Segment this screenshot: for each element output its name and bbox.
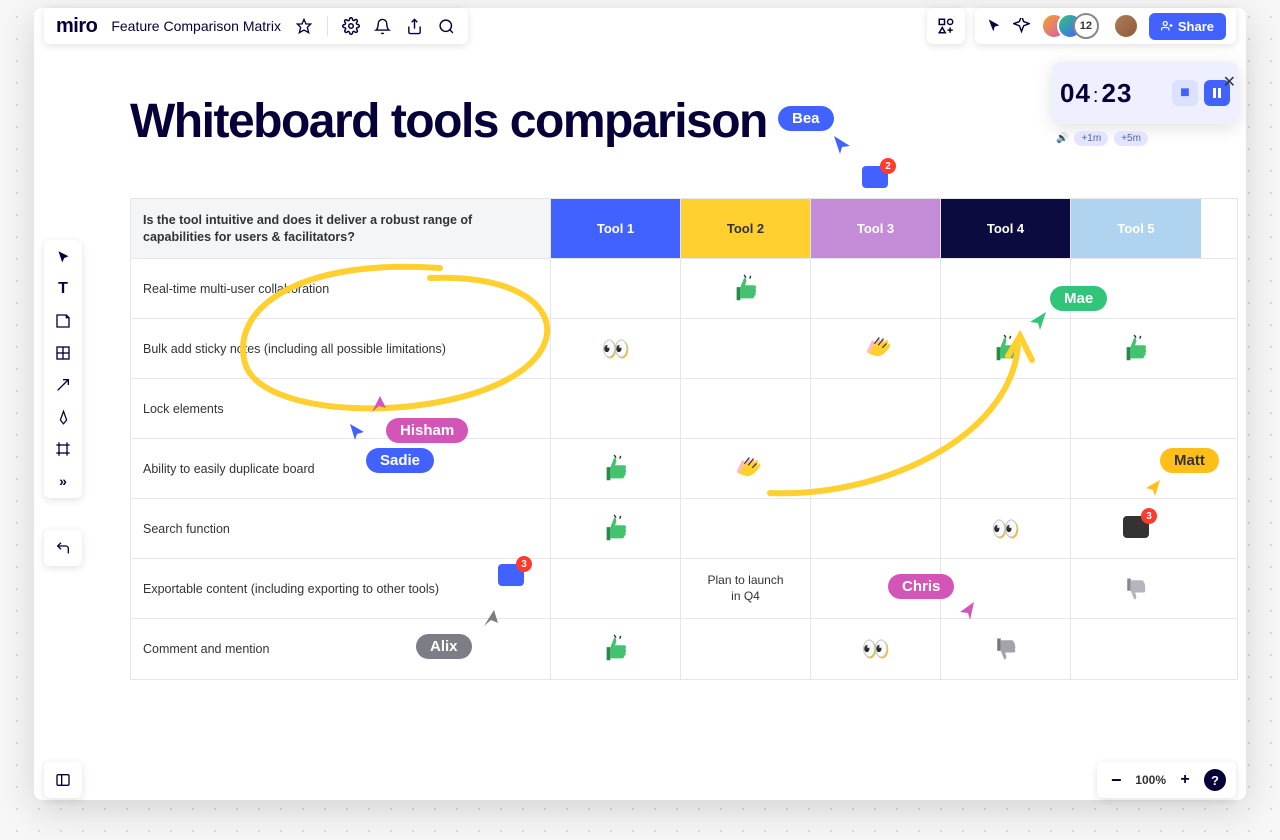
export-icon[interactable] [406, 17, 424, 35]
top-right-cluster: 12 Share [927, 8, 1236, 44]
arrow-tool-icon[interactable] [54, 376, 72, 394]
undo-button[interactable] [44, 530, 82, 566]
tool-header: Tool 5 [1071, 199, 1201, 258]
cursor-icon [482, 608, 500, 628]
close-icon[interactable]: ✕ [1223, 72, 1236, 92]
user-cursor-alix: Alix [416, 634, 472, 659]
cursor-icon [348, 422, 366, 442]
bottom-bar: − 100% + ? [44, 760, 1236, 800]
table-cell[interactable] [1071, 559, 1201, 618]
timer-min: 04 [1060, 78, 1091, 108]
comment-badge[interactable]: 3 [498, 564, 524, 586]
share-button[interactable]: Share [1149, 13, 1226, 40]
text-tool-icon[interactable]: T [54, 280, 72, 298]
avatar-overflow-count[interactable]: 12 [1073, 13, 1099, 39]
reaction-thumb [601, 454, 631, 484]
timer-add-5m[interactable]: +5m [1114, 131, 1148, 146]
search-icon[interactable] [438, 17, 456, 35]
avatar-self[interactable] [1113, 13, 1139, 39]
zoom-level[interactable]: 100% [1135, 773, 1166, 787]
settings-icon[interactable] [342, 17, 360, 35]
table-cell[interactable] [551, 559, 681, 618]
freehand-arrow [760, 328, 1050, 508]
reaction-thumbdn [1122, 575, 1150, 603]
reaction-thumb [731, 274, 761, 304]
feature-label: Search function [131, 499, 551, 558]
comment-badge[interactable]: 2 [862, 166, 888, 188]
table-cell[interactable]: Plan to launchin Q4 [681, 559, 811, 618]
user-cursor-chris: Chris [888, 574, 954, 599]
feature-label: Comment and mention [131, 619, 551, 679]
user-cursor-sadie: Sadie [366, 448, 434, 473]
zoom-in-button[interactable]: + [1176, 771, 1194, 789]
tool-header: Tool 3 [811, 199, 941, 258]
reaction-thumb [601, 634, 631, 664]
reaction-comment3: 3 [1123, 516, 1149, 541]
timer-widget[interactable]: 04:23 ■ 🔊 +1m +5m [1052, 62, 1238, 124]
cursor-icon [958, 600, 976, 620]
cursor-icon [1144, 478, 1162, 498]
table-question: Is the tool intuitive and does it delive… [131, 199, 551, 258]
sticky-tool-icon[interactable] [54, 312, 72, 330]
reaction-eyes: 👀 [992, 516, 1019, 542]
zoom-out-button[interactable]: − [1107, 771, 1125, 789]
table-cell[interactable]: 3 [1071, 499, 1201, 558]
canvas-area[interactable]: Whiteboard tools comparison Is the tool … [130, 98, 1238, 740]
feature-label: Ability to easily duplicate board [131, 439, 551, 498]
timer-add-1m[interactable]: +1m [1074, 131, 1108, 146]
left-toolbar: T » [44, 240, 82, 498]
cursor-icon [1028, 310, 1048, 332]
reaction-eyes: 👀 [862, 636, 889, 662]
tool-header: Tool 4 [941, 199, 1071, 258]
table-cell[interactable] [681, 259, 811, 318]
reaction-clap [729, 452, 763, 486]
cell-text: Plan to launchin Q4 [707, 573, 783, 604]
top-left-toolbar: miro Feature Comparison Matrix [44, 8, 468, 44]
zoom-controls: − 100% + ? [1097, 762, 1236, 798]
user-cursor-hisham: Hisham [386, 418, 468, 443]
help-button[interactable]: ? [1204, 769, 1226, 791]
reaction-thumb [601, 514, 631, 544]
table-cell[interactable] [941, 259, 1071, 318]
reaction-thumbdn_g [992, 635, 1020, 663]
sound-icon[interactable]: 🔊 [1056, 131, 1068, 146]
timer-sec: 23 [1101, 78, 1132, 108]
panels-button[interactable] [44, 762, 82, 798]
cursor-mode-icon[interactable] [985, 17, 1003, 35]
table-cell[interactable]: 👀 [811, 619, 941, 679]
reactions-icon[interactable] [1013, 17, 1031, 35]
select-tool-icon[interactable] [54, 248, 72, 266]
tool-header: Tool 1 [551, 199, 681, 258]
cursor-icon [832, 134, 852, 156]
apps-button[interactable] [927, 8, 965, 44]
star-icon[interactable] [295, 17, 313, 35]
presence-bar: 12 Share [975, 8, 1236, 44]
table-cell[interactable] [811, 259, 941, 318]
board-name[interactable]: Feature Comparison Matrix [111, 18, 281, 34]
table-cell[interactable] [551, 619, 681, 679]
table-cell[interactable] [551, 439, 681, 498]
user-cursor-matt: Matt [1160, 448, 1219, 473]
table-cell[interactable] [681, 619, 811, 679]
table-cell[interactable] [551, 499, 681, 558]
reaction-eyes: 👀 [602, 336, 629, 362]
frame-tool-icon[interactable] [54, 440, 72, 458]
table-cell[interactable] [1071, 619, 1201, 679]
table-cell[interactable] [941, 619, 1071, 679]
pen-tool-icon[interactable] [54, 408, 72, 426]
table-cell[interactable] [1071, 379, 1201, 438]
user-cursor-bea: Bea [778, 106, 834, 131]
user-cursor-mae: Mae [1050, 286, 1107, 311]
freehand-circle [220, 258, 580, 438]
bell-icon[interactable] [374, 17, 392, 35]
cursor-icon [370, 394, 388, 414]
reaction-thumb [1121, 334, 1151, 364]
timer-stop-button[interactable]: ■ [1172, 80, 1198, 106]
table-tool-icon[interactable] [54, 344, 72, 362]
miro-logo: miro [56, 15, 97, 38]
tool-header: Tool 2 [681, 199, 811, 258]
more-tools-icon[interactable]: » [54, 472, 72, 490]
table-cell[interactable] [1071, 319, 1201, 378]
